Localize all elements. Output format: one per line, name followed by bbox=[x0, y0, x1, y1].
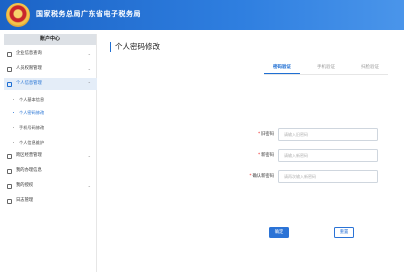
verification-tabs: 密码验证 手机验证 扫脸验证 bbox=[264, 64, 388, 74]
chevron-down-icon: ⌄ bbox=[87, 51, 91, 56]
confirm-password-row: *确认新密码 bbox=[236, 170, 384, 184]
sidebar-item-label: 我的办理信息 bbox=[16, 168, 42, 173]
submenu-item-label: 手机号码修改 bbox=[19, 125, 45, 130]
sidebar-item-my-authorization[interactable]: 我的授权 ⌄ bbox=[4, 180, 97, 192]
page-title-bar: 个人密码修改 bbox=[110, 42, 160, 52]
chevron-down-icon: ⌄ bbox=[87, 153, 91, 158]
tab-face-verify[interactable]: 扫脸验证 bbox=[352, 64, 388, 74]
sidebar-item-label: 人员权限管理 bbox=[16, 66, 42, 71]
submenu-item-change-phone[interactable]: 手机号码修改 bbox=[4, 122, 97, 133]
submenu-item-basic-info[interactable]: 个人基本信息 bbox=[4, 94, 97, 105]
tax-emblem-logo bbox=[6, 3, 30, 27]
tab-phone-verify[interactable]: 手机验证 bbox=[308, 64, 344, 74]
sidebar-item-label: 个人信息管理 bbox=[16, 81, 42, 86]
submenu-item-maintain-info[interactable]: 个人信息维护 bbox=[4, 137, 97, 148]
sidebar-item-staff-permissions[interactable]: 人员权限管理 ⌄ bbox=[4, 63, 97, 75]
tab-password-verify[interactable]: 密码验证 bbox=[264, 64, 300, 74]
submenu-item-label: 个人密码修改 bbox=[19, 110, 45, 115]
main-content: 个人密码修改 密码验证 手机验证 扫脸验证 *旧密码 *新密码 *确认新密码 确… bbox=[104, 34, 400, 272]
list-icon bbox=[7, 198, 12, 204]
chevron-down-icon: ⌄ bbox=[87, 183, 91, 188]
new-password-row: *新密码 bbox=[236, 149, 384, 163]
sidebar-item-label: 日志管理 bbox=[16, 198, 34, 203]
confirm-password-field[interactable] bbox=[278, 170, 378, 183]
sidebar-heading: 账户中心 bbox=[4, 34, 96, 45]
top-header: 国家税务总局广东省电子税务局 bbox=[0, 0, 404, 30]
bullet-icon bbox=[13, 98, 15, 101]
document-icon bbox=[7, 153, 12, 159]
bullet-icon bbox=[13, 126, 15, 129]
document-icon bbox=[7, 168, 12, 174]
sidebar-item-log-management[interactable]: 日志管理 bbox=[4, 195, 97, 207]
sidebar: 账户中心 企业信息查询 ⌄ 人员权限管理 ⌄ 个人信息管理 ⌃ 个人基本信息 个… bbox=[4, 34, 97, 272]
sidebar-item-company-info[interactable]: 企业信息查询 ⌄ bbox=[4, 48, 97, 60]
sidebar-item-personal-info[interactable]: 个人信息管理 ⌃ bbox=[4, 78, 97, 90]
bullet-icon bbox=[13, 141, 15, 144]
key-icon bbox=[7, 183, 12, 189]
sidebar-item-label: 我的授权 bbox=[16, 183, 34, 188]
profile-icon bbox=[7, 81, 12, 87]
old-password-field[interactable] bbox=[278, 128, 378, 141]
bullet-icon bbox=[13, 111, 15, 114]
sidebar-item-my-records[interactable]: 我的办理信息 bbox=[4, 165, 97, 177]
confirm-button[interactable]: 确定 bbox=[269, 227, 289, 238]
sidebar-item-label: 跨区经营管理 bbox=[16, 153, 42, 158]
sidebar-item-cross-region[interactable]: 跨区经营管理 ⌄ bbox=[4, 150, 97, 162]
site-title: 国家税务总局广东省电子税务局 bbox=[36, 10, 141, 18]
new-password-label: *新密码 bbox=[257, 153, 274, 158]
submenu-item-label: 个人信息维护 bbox=[19, 140, 45, 145]
chevron-up-icon: ⌃ bbox=[87, 81, 91, 86]
new-password-field[interactable] bbox=[278, 149, 378, 162]
old-password-label: *旧密码 bbox=[257, 132, 274, 137]
user-icon bbox=[7, 66, 12, 72]
submenu-item-label: 个人基本信息 bbox=[19, 97, 45, 102]
confirm-password-label: *确认新密码 bbox=[249, 174, 274, 179]
old-password-row: *旧密码 bbox=[236, 128, 384, 142]
page-title: 个人密码修改 bbox=[115, 42, 160, 51]
submenu-item-change-password[interactable]: 个人密码修改 bbox=[4, 107, 97, 118]
chevron-down-icon: ⌄ bbox=[87, 66, 91, 71]
building-icon bbox=[7, 51, 12, 57]
sidebar-item-label: 企业信息查询 bbox=[16, 51, 42, 56]
tabs-divider bbox=[264, 74, 388, 75]
reset-button[interactable]: 重置 bbox=[334, 227, 354, 238]
